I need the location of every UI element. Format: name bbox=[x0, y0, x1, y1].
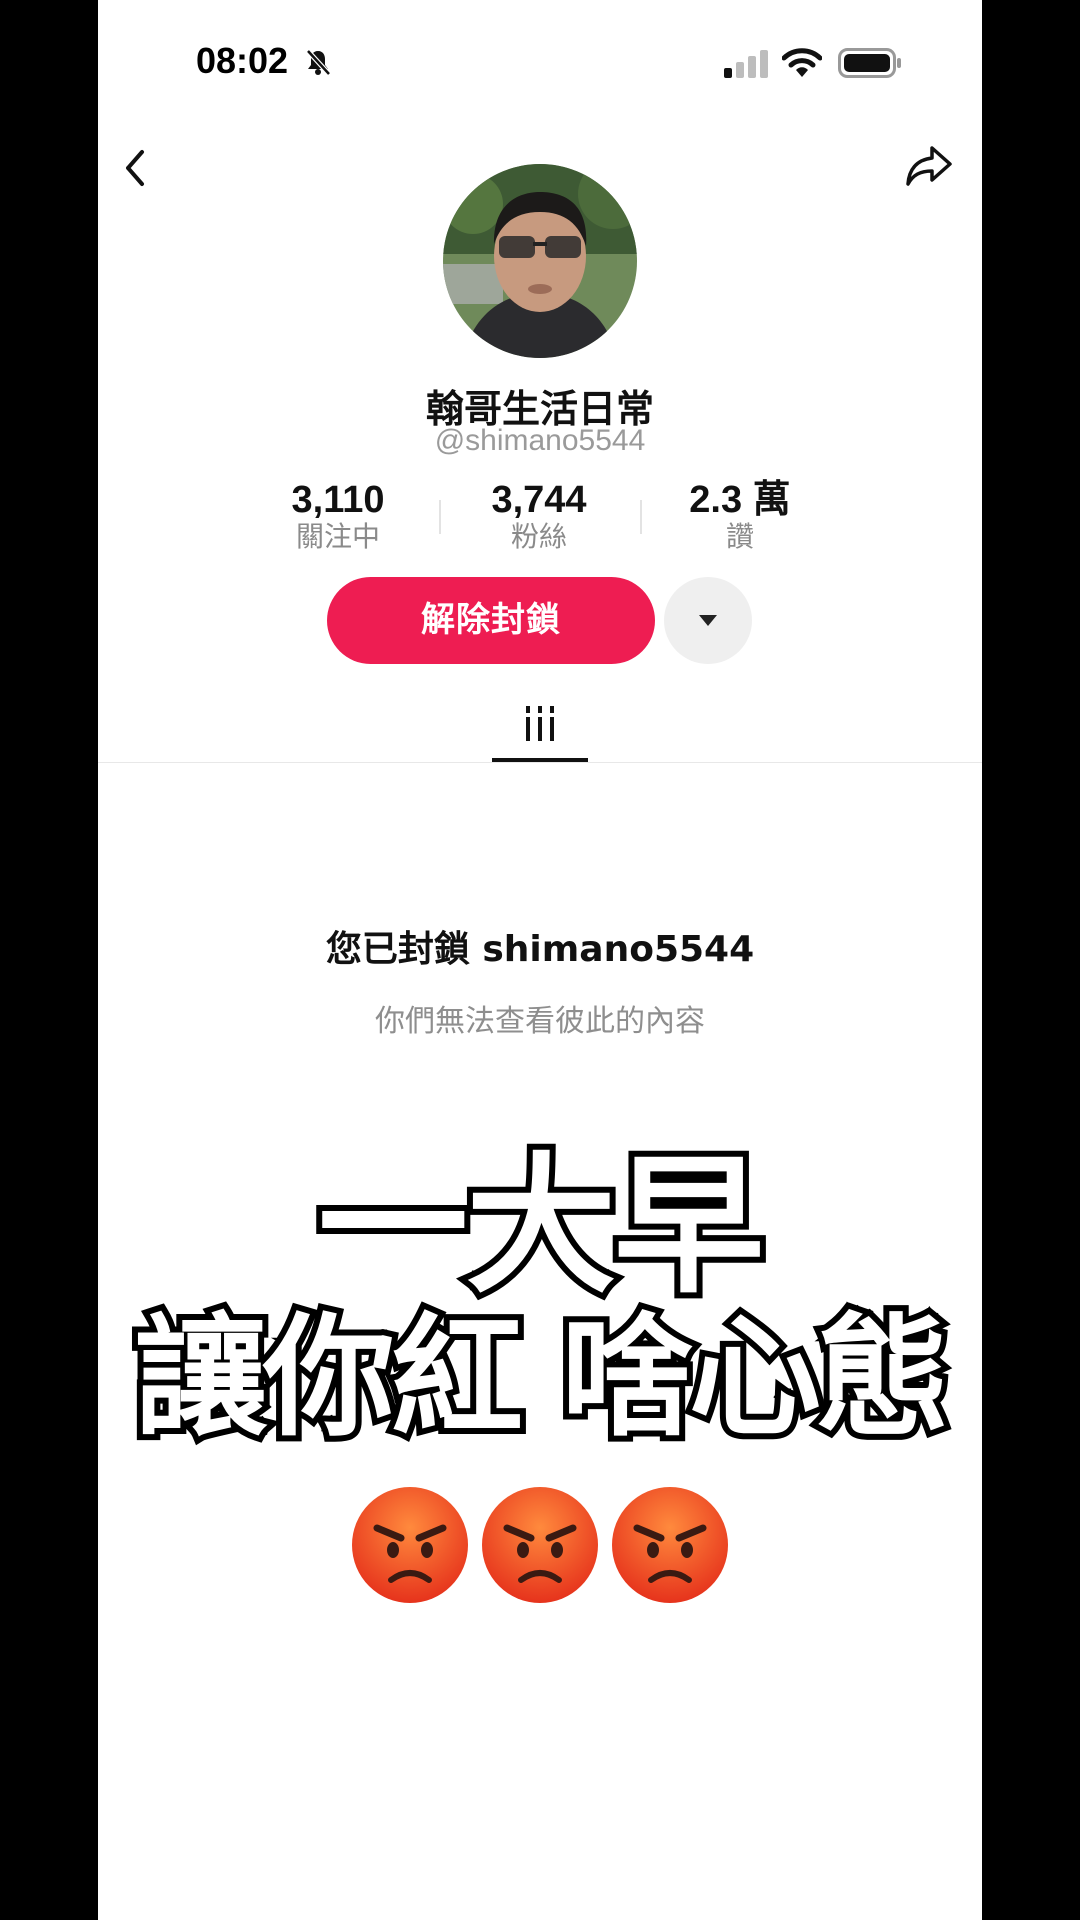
angry-face-icon bbox=[482, 1487, 598, 1603]
stat-value: 3,110 bbox=[291, 479, 385, 521]
unblock-button[interactable]: 解除封鎖 bbox=[327, 577, 655, 664]
signal-icon bbox=[724, 50, 770, 82]
bell-muted-icon bbox=[304, 48, 332, 80]
caption-line-2: 讓你紅 啥心態 bbox=[129, 1301, 955, 1455]
username: @shimano5544 bbox=[434, 424, 646, 457]
angry-face-icon bbox=[612, 1487, 728, 1603]
battery-icon bbox=[838, 48, 902, 82]
tab-videos-grid[interactable] bbox=[492, 690, 588, 762]
stat-label: 粉絲 bbox=[510, 520, 567, 553]
caption-line-1: 一大早 bbox=[312, 1140, 770, 1314]
wifi-icon bbox=[781, 48, 823, 82]
stat-label: 讚 bbox=[725, 520, 754, 553]
share-icon[interactable] bbox=[904, 144, 954, 194]
emoji-row bbox=[98, 1484, 982, 1606]
grid-icon bbox=[525, 706, 555, 746]
blocked-subtitle: 你們無法查看彼此的內容 bbox=[375, 1004, 705, 1039]
stat-likes[interactable]: 2.3 萬 讚 bbox=[640, 478, 840, 552]
stat-following[interactable]: 3,110 關注中 bbox=[238, 478, 438, 552]
avatar bbox=[443, 164, 637, 358]
stat-followers[interactable]: 3,744 粉絲 bbox=[439, 478, 639, 552]
stat-label: 關注中 bbox=[295, 520, 380, 553]
back-icon[interactable] bbox=[120, 148, 152, 192]
tab-divider bbox=[98, 762, 982, 763]
stat-value: 3,744 bbox=[491, 479, 587, 521]
more-options-button[interactable] bbox=[664, 577, 752, 664]
status-time: 08:02 bbox=[196, 40, 289, 81]
caret-down-icon bbox=[699, 615, 717, 626]
blocked-title: 您已封鎖 shimano5544 bbox=[325, 929, 755, 970]
stat-value: 2.3 萬 bbox=[689, 479, 791, 521]
angry-face-icon bbox=[352, 1487, 468, 1603]
profile-screen: 08:02 翰哥生活日常 @shimano5544 3,110 關注中 3,74… bbox=[98, 0, 982, 1920]
